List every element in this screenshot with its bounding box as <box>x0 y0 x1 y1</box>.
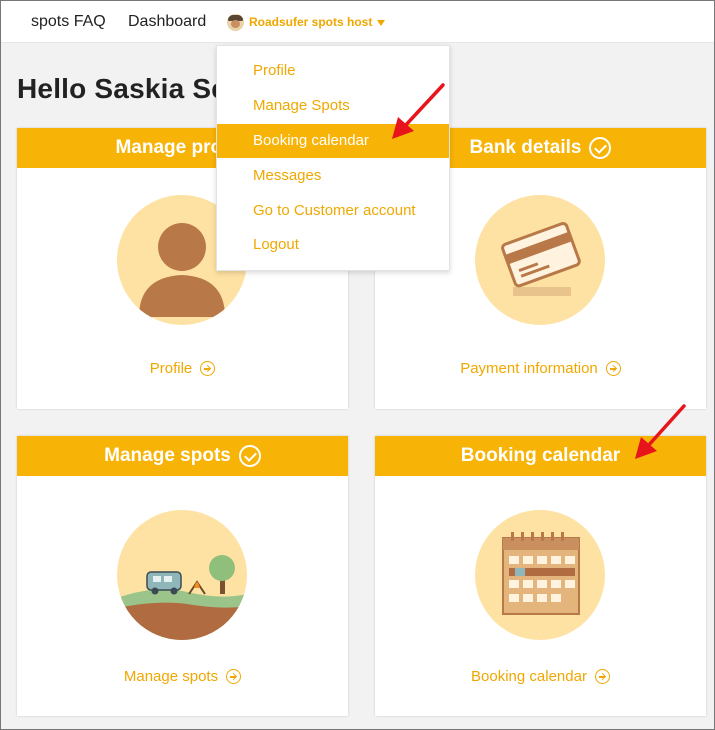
arrow-circle-right-icon <box>594 669 610 684</box>
manage-spots-label: Manage spots <box>123 668 219 685</box>
manage-spots-link[interactable]: Manage spots <box>17 668 348 685</box>
greeting-heading: Hello Saskia Se <box>17 73 228 104</box>
menu-item-booking-calendar[interactable]: Booking calendar <box>217 124 449 158</box>
card-header: Booking calendar <box>375 436 706 476</box>
menu-item-profile[interactable]: Profile <box>217 54 449 88</box>
arrow-circle-right-icon <box>605 361 621 376</box>
campervan-landscape-icon <box>117 510 247 640</box>
card-header: Manage spots <box>17 436 348 476</box>
arrow-circle-right-icon <box>226 669 242 684</box>
card-title: Manage spots <box>104 445 231 466</box>
payment-information-label: Payment information <box>460 360 598 377</box>
menu-item-messages[interactable]: Messages <box>217 159 449 193</box>
profile-link[interactable]: Profile <box>17 360 348 377</box>
card-title: Bank details <box>469 137 582 158</box>
user-avatar <box>227 13 244 31</box>
user-menu-label: Roadsufer spots host <box>249 15 373 29</box>
profile-link-label: Profile <box>149 360 193 377</box>
check-circle-icon <box>589 137 612 159</box>
calendar-icon <box>475 510 605 640</box>
user-menu-toggle[interactable]: Roadsufer spots host <box>227 12 386 32</box>
caret-down-icon <box>377 20 386 26</box>
menu-item-customer-account[interactable]: Go to Customer account <box>217 194 449 228</box>
card-booking-calendar: Booking calendar Booking calendar <box>375 436 706 716</box>
menu-item-logout[interactable]: Logout <box>217 228 449 262</box>
nav-dashboard[interactable]: Dashboard <box>128 13 206 31</box>
nav-spots-faq[interactable]: spots FAQ <box>31 13 106 31</box>
user-dropdown-menu: Profile Manage Spots Booking calendar Me… <box>216 45 450 271</box>
credit-card-icon <box>475 195 605 325</box>
payment-information-link[interactable]: Payment information <box>375 360 706 377</box>
card-title: Booking calendar <box>460 445 621 466</box>
card-manage-spots: Manage spots Manage spots <box>17 436 348 716</box>
arrow-circle-right-icon <box>200 361 216 376</box>
menu-item-manage-spots[interactable]: Manage Spots <box>217 89 449 123</box>
booking-calendar-label: Booking calendar <box>471 668 587 685</box>
check-circle-icon <box>238 445 261 467</box>
top-navigation-bar: spots FAQ Dashboard Roadsufer spots host <box>1 1 714 43</box>
booking-calendar-link[interactable]: Booking calendar <box>375 668 706 685</box>
